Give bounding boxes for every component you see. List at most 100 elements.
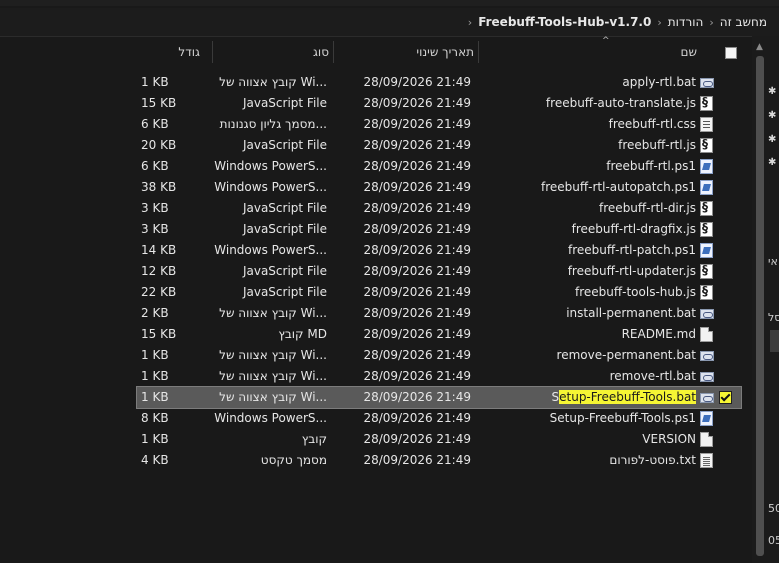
vertical-scrollbar[interactable]: ▲ xyxy=(753,42,767,563)
column-header-type[interactable]: סוג xyxy=(213,39,333,65)
file-date-modified: 28/09/2026 21:49 xyxy=(363,159,471,173)
bat-file-icon xyxy=(700,75,714,90)
bat-file-icon xyxy=(700,306,714,321)
file-date-modified: 28/09/2026 21:49 xyxy=(363,117,471,131)
file-size: 3 KB xyxy=(141,201,169,215)
file-name[interactable]: freebuff-rtl.css xyxy=(472,114,696,135)
file-name[interactable]: freebuff-rtl-dragfix.js xyxy=(472,219,696,240)
file-type: JavaScript File xyxy=(242,138,327,152)
document-icon xyxy=(700,432,713,447)
breadcrumb-separator-icon: › xyxy=(657,15,662,29)
breadcrumb-this-pc[interactable]: מחשב זה xyxy=(720,15,767,29)
file-name[interactable]: פוסט-לפורום.txt xyxy=(472,450,696,471)
file-type: קובץ xyxy=(301,432,327,446)
ps1-file-icon xyxy=(700,159,713,174)
file-date-modified: 28/09/2026 21:49 xyxy=(363,348,471,362)
file-row[interactable]: 15 KB קובץ MD 28/09/2026 21:49 README.md xyxy=(137,324,741,345)
breadcrumb-separator-icon: › xyxy=(709,15,714,29)
file-size: 1 KB xyxy=(141,432,169,446)
file-name[interactable]: VERSION xyxy=(472,429,696,450)
css-file-icon xyxy=(700,117,713,132)
file-name[interactable]: freebuff-tools-hub.js xyxy=(472,282,696,303)
file-type: מסמך גליון סגנונות... xyxy=(219,117,327,131)
file-name[interactable]: freebuff-rtl-updater.js xyxy=(472,261,696,282)
file-row[interactable]: 1 KB קובץ 28/09/2026 21:49 VERSION xyxy=(137,429,741,450)
nav-pane-item[interactable] xyxy=(770,330,779,352)
file-row[interactable]: 4 KB מסמך טקסט 28/09/2026 21:49 פוסט-לפורום… xyxy=(137,450,741,471)
file-row[interactable]: 12 KB JavaScript File 28/09/2026 21:49 free… xyxy=(137,261,741,282)
file-row[interactable]: 38 KB Windows PowerS... 28/09/2026 21:49 fr… xyxy=(137,177,741,198)
file-name[interactable]: install-permanent.bat xyxy=(472,303,696,324)
js-file-icon xyxy=(700,284,713,300)
nav-pane-label: 05 xyxy=(768,534,779,547)
file-row[interactable]: 1 KB קובץ אצווה של Wi... 28/09/2026 21:49 S… xyxy=(136,386,742,409)
address-bar[interactable]: מחשב זה › הורדות › Freebuff-Tools-Hub-v1… xyxy=(0,8,779,37)
file-row[interactable]: 1 KB קובץ אצווה של Wi... 28/09/2026 21:49 a… xyxy=(137,72,741,93)
select-all-checkbox[interactable] xyxy=(725,47,737,59)
file-date-modified: 28/09/2026 21:49 xyxy=(363,180,471,194)
file-name-text: freebuff-rtl-updater.js xyxy=(567,264,696,278)
scroll-up-arrow-icon[interactable]: ▲ xyxy=(756,42,763,52)
bat-file-icon xyxy=(700,369,714,384)
file-row[interactable]: 3 KB JavaScript File 28/09/2026 21:49 freeb… xyxy=(137,219,741,240)
js-file-icon xyxy=(700,95,713,111)
file-name[interactable]: Setup-Freebuff-Tools.ps1 xyxy=(472,408,696,429)
bat-file-icon xyxy=(700,348,714,363)
js-file-icon xyxy=(700,200,713,216)
file-name-text: freebuff-rtl-patch.ps1 xyxy=(568,243,696,257)
file-list: 1 KB קובץ אצווה של Wi... 28/09/2026 21:49 a… xyxy=(136,72,742,471)
js-file-icon xyxy=(700,221,713,237)
file-date-modified: 28/09/2026 21:49 xyxy=(363,285,471,299)
file-row[interactable]: 15 KB JavaScript File 28/09/2026 21:49 free… xyxy=(137,93,741,114)
file-size: 1 KB xyxy=(141,348,169,362)
breadcrumb-current-folder[interactable]: Freebuff-Tools-Hub-v1.7.0 xyxy=(478,15,651,29)
nav-pane-label: 50 xyxy=(768,502,779,515)
file-date-modified: 28/09/2026 21:49 xyxy=(363,222,471,236)
file-name[interactable]: remove-rtl.bat xyxy=(472,366,696,387)
file-row[interactable]: 2 KB קובץ אצווה של Wi... 28/09/2026 21:49 i… xyxy=(137,303,741,324)
file-name-text: README.md xyxy=(621,327,696,341)
file-type: קובץ אצווה של Wi... xyxy=(219,348,327,362)
file-date-modified: 28/09/2026 21:49 xyxy=(363,201,471,215)
file-name-plain: S xyxy=(551,390,560,404)
file-row[interactable]: 14 KB Windows PowerS... 28/09/2026 21:49 fr… xyxy=(137,240,741,261)
file-row[interactable]: 20 KB JavaScript File 28/09/2026 21:49 free… xyxy=(137,135,741,156)
breadcrumb-downloads[interactable]: הורדות xyxy=(668,15,704,29)
nav-pane-label[interactable]: סל xyxy=(768,311,779,324)
file-name[interactable]: freebuff-rtl-patch.ps1 xyxy=(472,240,696,261)
file-type: קובץ אצווה של Wi... xyxy=(219,369,327,383)
file-row[interactable]: 6 KB Windows PowerS... 28/09/2026 21:49 fre… xyxy=(137,156,741,177)
column-header-date-modified[interactable]: תאריך שינוי xyxy=(334,39,478,65)
file-list-header: גודל סוג תאריך שינוי שם ^ xyxy=(133,36,745,65)
row-checkbox[interactable] xyxy=(719,391,732,404)
file-date-modified: 28/09/2026 21:49 xyxy=(363,432,471,446)
file-name[interactable]: remove-permanent.bat xyxy=(472,345,696,366)
file-type: JavaScript File xyxy=(242,96,327,110)
file-row[interactable]: 3 KB JavaScript File 28/09/2026 21:49 freeb… xyxy=(137,198,741,219)
file-name[interactable]: freebuff-auto-translate.js xyxy=(472,93,696,114)
column-header-size[interactable]: גודל xyxy=(133,39,206,65)
file-name[interactable]: freebuff-rtl-dir.js xyxy=(472,198,696,219)
file-type: קובץ אצווה של Wi... xyxy=(219,390,327,404)
file-date-modified: 28/09/2026 21:49 xyxy=(363,243,471,257)
file-type: Windows PowerS... xyxy=(214,159,327,173)
nav-pane-label[interactable]: אי xyxy=(768,255,778,268)
file-name[interactable]: Setup-Freebuff-Tools.bat xyxy=(472,387,696,408)
file-type: JavaScript File xyxy=(242,285,327,299)
file-row[interactable]: 1 KB קובץ אצווה של Wi... 28/09/2026 21:49 r… xyxy=(137,366,741,387)
file-size: 38 KB xyxy=(141,180,177,194)
file-name[interactable]: apply-rtl.bat xyxy=(472,72,696,93)
file-name[interactable]: freebuff-rtl-autopatch.ps1 xyxy=(472,177,696,198)
file-name[interactable]: freebuff-rtl.ps1 xyxy=(472,156,696,177)
file-row[interactable]: 8 KB Windows PowerS... 28/09/2026 21:49 Set… xyxy=(137,408,741,429)
file-row[interactable]: 6 KB מסמך גליון סגנונות... 28/09/2026 21:4… xyxy=(137,114,741,135)
file-row[interactable]: 22 KB JavaScript File 28/09/2026 21:49 free… xyxy=(137,282,741,303)
file-row[interactable]: 1 KB קובץ אצווה של Wi... 28/09/2026 21:49 r… xyxy=(137,345,741,366)
file-name[interactable]: README.md xyxy=(472,324,696,345)
window-top-strip xyxy=(0,0,779,6)
file-size: 22 KB xyxy=(141,285,177,299)
file-name[interactable]: freebuff-rtl.js xyxy=(472,135,696,156)
file-size: 12 KB xyxy=(141,264,177,278)
column-header-name[interactable]: שם xyxy=(479,39,699,65)
scrollbar-thumb[interactable] xyxy=(756,56,764,556)
